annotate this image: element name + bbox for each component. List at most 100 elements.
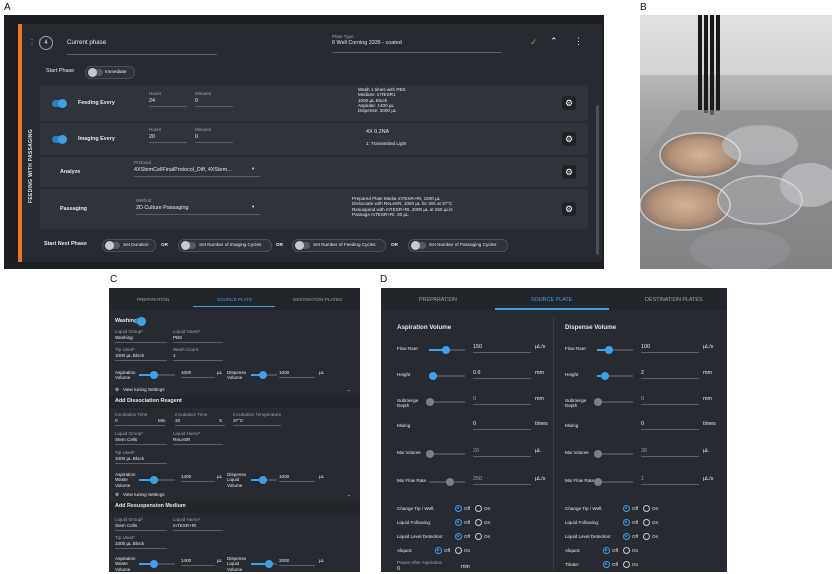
collapse-chevron-icon[interactable]: ⌃ xyxy=(550,36,558,47)
phase-name-field[interactable]: Current phase xyxy=(67,39,217,55)
setting-slider[interactable] xyxy=(428,372,465,380)
imaging-minutes-input[interactable]: 0 xyxy=(195,134,233,143)
setting-value-input[interactable]: 1 xyxy=(641,476,699,485)
setting-value-input[interactable]: 2 xyxy=(641,370,699,379)
washing-toggle[interactable] xyxy=(135,317,146,326)
aspiration-volume-slider[interactable] xyxy=(139,371,175,379)
liquid-group-select[interactable]: Stem Cells xyxy=(115,523,167,532)
set-duration-toggle[interactable]: Set Duration xyxy=(102,239,156,252)
setting-value-input[interactable]: 0 xyxy=(641,421,699,430)
radio-on-option[interactable] xyxy=(643,519,650,526)
wash-count-input[interactable]: 1 xyxy=(173,353,223,362)
dispense-volume-input[interactable]: 2000 xyxy=(279,558,315,567)
dispense-volume-input[interactable]: 1000 xyxy=(279,474,315,483)
method-dropdown-icon[interactable]: ▾ xyxy=(252,204,254,209)
expand-chevron-icon[interactable]: ⌄ xyxy=(347,387,351,392)
tip-used-select[interactable]: 1000 µL Block xyxy=(115,456,167,465)
tab-source-plate[interactable]: SOURCE PLATE xyxy=(217,297,252,302)
passaging-cycles-toggle[interactable]: Set Number of Passaging Cycles xyxy=(408,239,508,252)
tab-preparation[interactable]: PREPARATION xyxy=(137,297,169,302)
liquid-group-select[interactable]: Stem Cells xyxy=(115,437,167,446)
radio-off-option[interactable] xyxy=(623,519,630,526)
setting-slider[interactable] xyxy=(597,372,633,380)
imaging-cycles-toggle[interactable]: Set Number of Imaging Cycles xyxy=(178,239,272,252)
radio-on-option[interactable] xyxy=(623,561,630,568)
aspiration-volume-input[interactable]: 1000 xyxy=(181,370,215,379)
tip-used-select[interactable]: 1000 µL Block xyxy=(115,541,167,550)
radio-on-option[interactable] xyxy=(455,547,462,554)
setting-value-input[interactable]: 0 xyxy=(641,396,699,405)
radio-off-option[interactable] xyxy=(455,505,462,512)
imaging-toggle[interactable] xyxy=(52,135,67,144)
passaging-settings-gear-icon[interactable]: ⚙ xyxy=(562,202,576,216)
setting-slider[interactable] xyxy=(594,398,633,406)
dispense-volume-input[interactable]: 1000 xyxy=(279,370,315,379)
protocol-select[interactable]: 4XStemCellFinalProtocol_Diff, 4XStem... xyxy=(134,167,260,177)
setting-value-input[interactable]: 0 xyxy=(473,421,531,430)
liquid-name-select[interactable]: PBS xyxy=(173,335,223,344)
radio-on-option[interactable] xyxy=(623,547,630,554)
setting-slider[interactable] xyxy=(429,346,465,354)
immediate-toggle[interactable]: Immediate xyxy=(85,66,135,79)
tab-source-plate[interactable]: SOURCE PLATE xyxy=(531,297,572,303)
feeding-cycles-toggle[interactable]: Set Number of Feeding Cycles xyxy=(292,239,386,252)
setting-slider[interactable] xyxy=(429,478,465,486)
plate-type-select[interactable]: 6 Well Corning 3335 - coated xyxy=(332,40,502,53)
radio-off-option[interactable] xyxy=(455,519,462,526)
setting-value-input[interactable]: 0.6 xyxy=(473,370,531,379)
imaging-hours-input[interactable]: 20 xyxy=(149,134,187,143)
aspiration-volume-input[interactable]: 1400 xyxy=(181,474,215,483)
setting-value-input[interactable]: 20 xyxy=(473,448,531,457)
radio-off-option[interactable] xyxy=(455,533,462,540)
radio-off-option[interactable] xyxy=(603,561,610,568)
setting-value-input[interactable]: 100 xyxy=(641,344,699,353)
setting-value-input[interactable]: 0 xyxy=(473,396,531,405)
dispense-volume-slider[interactable] xyxy=(251,371,277,379)
tab-destination-plates[interactable]: DESTINATION PLATES xyxy=(645,297,703,303)
setting-value-input[interactable]: 30 xyxy=(641,448,699,457)
aspiration-volume-input[interactable]: 1400 xyxy=(181,558,215,567)
feeding-minutes-input[interactable]: 0 xyxy=(195,98,233,107)
radio-off-option[interactable] xyxy=(435,547,442,554)
scrollbar[interactable] xyxy=(596,105,599,255)
feeding-settings-gear-icon[interactable]: ⚙ xyxy=(562,96,576,110)
tab-destination-plates[interactable]: DESTINATION PLATES xyxy=(293,297,342,302)
setting-slider[interactable] xyxy=(597,346,633,354)
setting-slider[interactable] xyxy=(426,398,465,406)
pause-after-aspiration-input[interactable]: 0 xyxy=(397,566,400,572)
analyze-settings-gear-icon[interactable]: ⚙ xyxy=(562,165,576,179)
tip-used-select[interactable]: 1000 µL Block xyxy=(115,353,167,362)
aspiration-volume-slider[interactable] xyxy=(139,560,175,568)
radio-on-option[interactable] xyxy=(475,505,482,512)
more-menu-icon[interactable]: ⋮ xyxy=(574,36,583,47)
method-select[interactable]: 2D Culture Passaging xyxy=(136,205,260,215)
protocol-dropdown-icon[interactable]: ▾ xyxy=(252,166,254,171)
setting-value-input[interactable]: 150 xyxy=(473,344,531,353)
incubation-seconds-input[interactable]: 30 xyxy=(175,418,225,427)
setting-value-input[interactable]: 250 xyxy=(473,476,531,485)
radio-on-option[interactable] xyxy=(475,533,482,540)
imaging-settings-gear-icon[interactable]: ⚙ xyxy=(562,132,576,146)
dispense-volume-slider[interactable] xyxy=(251,476,277,484)
tab-preparation[interactable]: PREPARATION xyxy=(419,297,457,303)
fine-tuning-link[interactable]: View tuning Settings xyxy=(123,492,165,497)
radio-off-option[interactable] xyxy=(603,547,610,554)
fine-tuning-link[interactable]: View tuning Settings xyxy=(123,387,165,392)
feeding-toggle[interactable] xyxy=(52,99,67,108)
aspiration-volume-slider[interactable] xyxy=(139,476,175,484)
radio-on-option[interactable] xyxy=(475,519,482,526)
incubation-temp-select[interactable]: 37°C xyxy=(233,418,281,427)
setting-slider[interactable] xyxy=(426,450,465,458)
feeding-hours-input[interactable]: 24 xyxy=(149,98,187,107)
radio-on-option[interactable] xyxy=(643,533,650,540)
setting-slider[interactable] xyxy=(594,450,633,458)
radio-off-option[interactable] xyxy=(623,533,630,540)
liquid-group-select[interactable]: Washing xyxy=(115,335,167,344)
expand-chevron-icon[interactable]: ⌄ xyxy=(347,492,351,497)
setting-slider[interactable] xyxy=(594,478,633,486)
liquid-name-select[interactable]: ReLeSR xyxy=(173,437,223,446)
confirm-check-icon[interactable]: ✓ xyxy=(530,37,538,48)
liquid-name-select[interactable]: mTESR+RI xyxy=(173,523,223,532)
radio-off-option[interactable] xyxy=(623,505,630,512)
radio-on-option[interactable] xyxy=(643,505,650,512)
